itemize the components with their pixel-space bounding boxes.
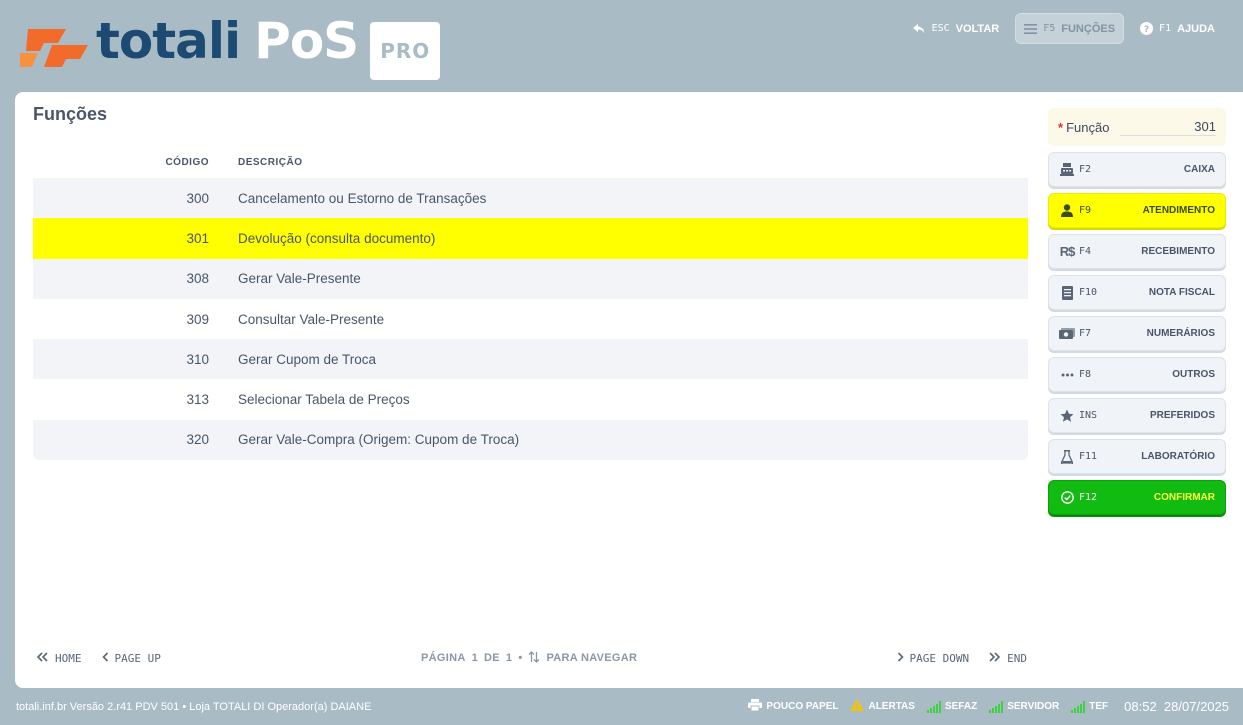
clock-time: 08:52 xyxy=(1124,699,1157,714)
currency-real-icon: R$ xyxy=(1059,244,1076,259)
home-button[interactable]: HOME xyxy=(36,651,82,665)
chevron-right-icon xyxy=(897,651,904,665)
warning-icon xyxy=(850,699,865,714)
row-code: 310 xyxy=(186,351,209,367)
table-row[interactable]: 320 Gerar Vale-Compra (Origem: Cupom de T… xyxy=(33,419,1028,461)
table-row[interactable]: 308 Gerar Vale-Presente xyxy=(33,258,1028,299)
nota-fiscal-button[interactable]: F10 NOTA FISCAL xyxy=(1048,275,1226,310)
row-code: 320 xyxy=(186,432,209,448)
function-label: Função xyxy=(1066,119,1110,135)
help-circle-icon: ? xyxy=(1140,22,1154,35)
laboratorio-button[interactable]: F11 LABORATÓRIO xyxy=(1048,439,1226,474)
row-description: Gerar Vale-Compra (Origem: Cupom de Troc… xyxy=(238,432,520,448)
recebimento-button[interactable]: R$ F4 RECEBIMENTO xyxy=(1048,234,1226,269)
table-body: 300 Cancelamento ou Estorno de Transações… xyxy=(33,178,1028,461)
column-header-code: CÓDIGO xyxy=(165,156,209,168)
end-button[interactable]: END xyxy=(989,652,1027,665)
signal-icon xyxy=(989,700,1004,713)
status-alertas[interactable]: ALERTAS xyxy=(850,699,915,714)
function-input[interactable]: * Função 301 xyxy=(1048,108,1226,146)
totali-logo-mark-icon xyxy=(18,23,90,73)
functions-table: CÓDIGO DESCRIÇÃO 300 Cancelamento ou Esto… xyxy=(33,146,1028,461)
row-code: 301 xyxy=(186,230,209,246)
status-tef[interactable]: TEF xyxy=(1071,700,1108,713)
side-action-panel: * Função 301 F2 CAIXA F9 ATENDIMENTO R$ F4 REC… xyxy=(1048,108,1226,521)
check-circle-icon xyxy=(1059,490,1075,506)
total-pages: 1 xyxy=(505,652,513,664)
printer-icon xyxy=(748,699,763,714)
page-indicator: PÁGINA 1 DE 1 • PARA NAVEGAR xyxy=(421,650,638,666)
confirmar-button[interactable]: F12 CONFIRMAR xyxy=(1048,480,1226,515)
status-servidor[interactable]: SERVIDOR xyxy=(989,700,1059,713)
signal-icon xyxy=(1071,700,1086,713)
star-icon xyxy=(1059,408,1075,424)
function-value[interactable]: 301 xyxy=(1120,119,1216,136)
status-sefaz[interactable]: SEFAZ xyxy=(926,700,977,713)
svg-text:?: ? xyxy=(1144,25,1149,35)
table-header: CÓDIGO DESCRIÇÃO xyxy=(33,146,1028,178)
numerarios-button[interactable]: F7 NUMERÁRIOS xyxy=(1048,316,1226,351)
row-description: Gerar Vale-Presente xyxy=(238,271,361,287)
app-header: totali PoS PRO ESC VOLTAR F5 FUNÇÕES ? F… xyxy=(0,0,1243,92)
logo-product: PoS xyxy=(254,12,359,70)
flask-icon xyxy=(1059,449,1075,465)
row-code: 300 xyxy=(186,190,209,206)
preferidos-button[interactable]: INS PREFERIDOS xyxy=(1048,398,1226,433)
table-row[interactable]: 300 Cancelamento ou Estorno de Transações xyxy=(33,178,1028,219)
status-pouco-papel[interactable]: POUCO PAPEL xyxy=(748,699,838,714)
chevron-left-icon xyxy=(101,651,109,665)
row-description: Consultar Vale-Presente xyxy=(238,311,385,327)
logo-brand: totali xyxy=(96,12,241,70)
app-logo: totali PoS PRO xyxy=(18,16,441,80)
undo-arrow-icon xyxy=(912,23,926,35)
row-description: Cancelamento ou Estorno de Transações xyxy=(238,190,487,206)
ajuda-button[interactable]: ? F1 AJUDA xyxy=(1132,13,1223,44)
caixa-button[interactable]: F2 CAIXA xyxy=(1048,152,1226,187)
up-down-arrows-icon xyxy=(528,650,540,666)
signal-icon xyxy=(926,700,941,713)
row-description: Gerar Cupom de Troca xyxy=(238,351,377,367)
page-up-button[interactable]: PAGE UP xyxy=(101,651,161,665)
required-asterisk: * xyxy=(1058,119,1064,135)
system-info: totali.inf.br Versão 2.r41 PDV 501 • Loj… xyxy=(16,700,372,713)
menu-lines-icon xyxy=(1024,23,1038,34)
page-down-button[interactable]: PAGE DOWN xyxy=(897,651,969,665)
table-row[interactable]: 313 Selecionar Tabela de Preços xyxy=(33,379,1028,420)
row-code: 309 xyxy=(186,311,209,327)
outros-button[interactable]: F8 OUTROS xyxy=(1048,357,1226,392)
double-chevron-left-icon xyxy=(36,651,49,665)
funcoes-button[interactable]: F5 FUNÇÕES xyxy=(1015,13,1125,44)
row-description: Devolução (consulta documento) xyxy=(238,230,436,246)
voltar-button[interactable]: ESC VOLTAR xyxy=(904,13,1008,44)
row-code: 313 xyxy=(186,392,209,408)
table-row[interactable]: 301 Devolução (consulta documento) xyxy=(33,218,1028,259)
column-header-description: DESCRIÇÃO xyxy=(238,156,303,168)
double-chevron-right-icon xyxy=(989,651,1001,665)
money-bill-icon xyxy=(1059,326,1075,342)
current-page: 1 xyxy=(471,652,479,664)
cash-register-icon xyxy=(1059,162,1075,178)
user-icon xyxy=(1059,203,1075,219)
clock-date: 28/07/2025 xyxy=(1163,699,1229,714)
row-description: Selecionar Tabela de Preços xyxy=(238,392,410,408)
clock: 08:52 28/07/2025 xyxy=(1124,699,1229,714)
pagination-bar: HOME PAGE UP PÁGINA 1 DE 1 • PARA NAVEGA… xyxy=(36,648,1027,668)
status-bar: totali.inf.br Versão 2.r41 PDV 501 • Loj… xyxy=(0,688,1243,725)
logo-edition-badge: PRO xyxy=(370,22,441,80)
row-code: 308 xyxy=(186,271,209,287)
atendimento-button[interactable]: F9 ATENDIMENTO xyxy=(1048,193,1226,228)
table-row[interactable]: 310 Gerar Cupom de Troca xyxy=(33,339,1028,380)
table-row[interactable]: 309 Consultar Vale-Presente xyxy=(33,298,1028,340)
document-icon xyxy=(1059,285,1075,301)
page-title: Funções xyxy=(33,104,108,124)
ellipsis-icon xyxy=(1059,367,1075,383)
